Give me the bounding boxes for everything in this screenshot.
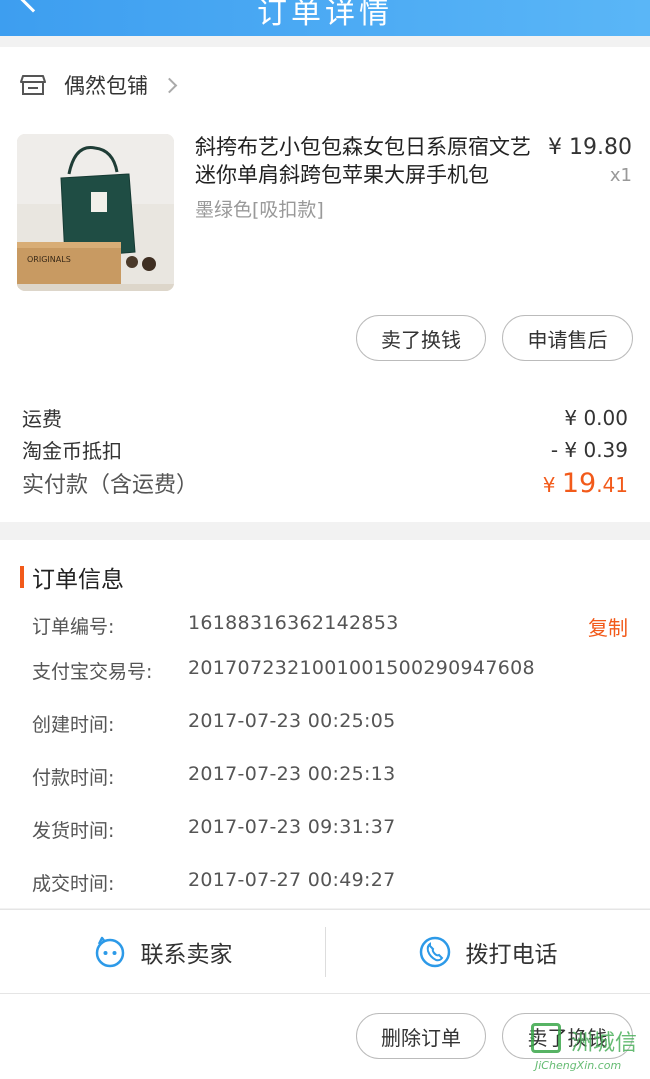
- shipping-value: ¥ 0.00: [564, 405, 628, 430]
- coin-label: 淘金币抵扣: [22, 439, 122, 463]
- order-detail-page: 订单详情 偶然包铺 ORIGINALS 斜挎布艺小包包森女包日系原宿文艺迷你单肩…: [0, 0, 650, 1079]
- watermark-text: 洲城信: [571, 1031, 638, 1056]
- watermark-logo: 洲城信 JiChengXin.com: [531, 1023, 647, 1077]
- paid-decimal: .41: [596, 472, 628, 497]
- product-quantity: x1: [609, 165, 632, 186]
- completed-time-row: 成交时间: 2017-07-27 00:49:27: [32, 869, 628, 899]
- phone-icon: [419, 936, 450, 968]
- info-key: 成交时间:: [32, 873, 115, 895]
- product-price: ¥ 19.80: [548, 135, 632, 160]
- paid-amount-row: 实付款（含运费） ¥ 19.41: [22, 467, 628, 499]
- info-value: 2017-07-27 00:49:27: [188, 869, 396, 891]
- paid-integer: 19: [561, 467, 597, 499]
- alipay-trade-row: 支付宝交易号: 2017072321001001500290947608: [32, 657, 628, 687]
- watermark-url: JiChengXin.com: [535, 1059, 622, 1072]
- info-value: 2017-07-23 09:31:37: [188, 816, 396, 838]
- box-label: ORIGINALS: [27, 255, 71, 264]
- info-key: 订单编号:: [32, 616, 115, 638]
- coin-deduction-row: 淘金币抵扣 - ¥ 0.39: [22, 435, 628, 464]
- shop-order-card: 偶然包铺 ORIGINALS 斜挎布艺小包包森女包日系原宿文艺迷你单肩斜跨包苹果…: [0, 47, 650, 522]
- product-image[interactable]: ORIGINALS: [17, 134, 174, 291]
- contact-seller-label: 联系卖家: [140, 942, 233, 968]
- order-info-card: 订单信息 订单编号: 16188316362142853 复制 支付宝交易号: …: [0, 540, 650, 908]
- copy-button[interactable]: 复制: [588, 612, 628, 641]
- contact-bar: 联系卖家 拨打电话: [0, 909, 650, 993]
- sell-for-cash-button[interactable]: 卖了换钱: [356, 315, 486, 361]
- header-bar: 订单详情: [0, 0, 650, 36]
- order-info-header: 订单信息: [20, 560, 124, 594]
- coin-value: - ¥ 0.39: [550, 437, 628, 462]
- call-phone-button[interactable]: 拨打电话: [325, 910, 650, 994]
- shipping-fee-row: 运费 ¥ 0.00: [22, 403, 628, 432]
- after-sale-button[interactable]: 申请售后: [502, 315, 633, 361]
- section-accent-bar: [20, 566, 24, 588]
- product-title[interactable]: 斜挎布艺小包包森女包日系原宿文艺迷你单肩斜跨包苹果大屏手机包: [195, 133, 545, 189]
- info-value: 2017072321001001500290947608: [188, 657, 535, 679]
- shipped-time-row: 发货时间: 2017-07-23 09:31:37: [32, 816, 628, 846]
- order-number-row: 订单编号: 16188316362142853 复制: [32, 612, 628, 642]
- contact-seller-button[interactable]: 联系卖家: [0, 910, 325, 994]
- created-time-row: 创建时间: 2017-07-23 00:25:05: [32, 710, 628, 740]
- shipping-label: 运费: [22, 407, 62, 431]
- paid-currency: ¥: [542, 472, 562, 497]
- info-key: 支付宝交易号:: [32, 661, 153, 683]
- product-sku: 墨绿色[吸扣款]: [195, 199, 324, 221]
- delete-order-button[interactable]: 删除订单: [356, 1013, 486, 1059]
- chevron-right-icon: [161, 77, 178, 93]
- shop-row[interactable]: 偶然包铺: [20, 69, 178, 101]
- paid-time-row: 付款时间: 2017-07-23 00:25:13: [32, 763, 628, 793]
- info-key: 付款时间:: [32, 767, 115, 789]
- watermark-box-icon: [531, 1023, 561, 1053]
- paid-label: 实付款（含运费）: [22, 473, 199, 498]
- paid-value: ¥ 19.41: [543, 468, 628, 499]
- info-value: 2017-07-23 00:25:05: [188, 710, 396, 732]
- info-value: 16188316362142853: [188, 612, 399, 634]
- page-title: 订单详情: [257, 0, 393, 31]
- info-key: 创建时间:: [32, 714, 115, 736]
- chat-face-icon: [95, 936, 124, 968]
- info-value: 2017-07-23 00:25:13: [188, 763, 396, 785]
- info-key: 发货时间:: [32, 820, 115, 842]
- call-phone-label: 拨打电话: [465, 942, 558, 968]
- shop-name: 偶然包铺: [64, 74, 148, 98]
- order-info-title: 订单信息: [32, 567, 124, 593]
- store-icon: [20, 74, 46, 96]
